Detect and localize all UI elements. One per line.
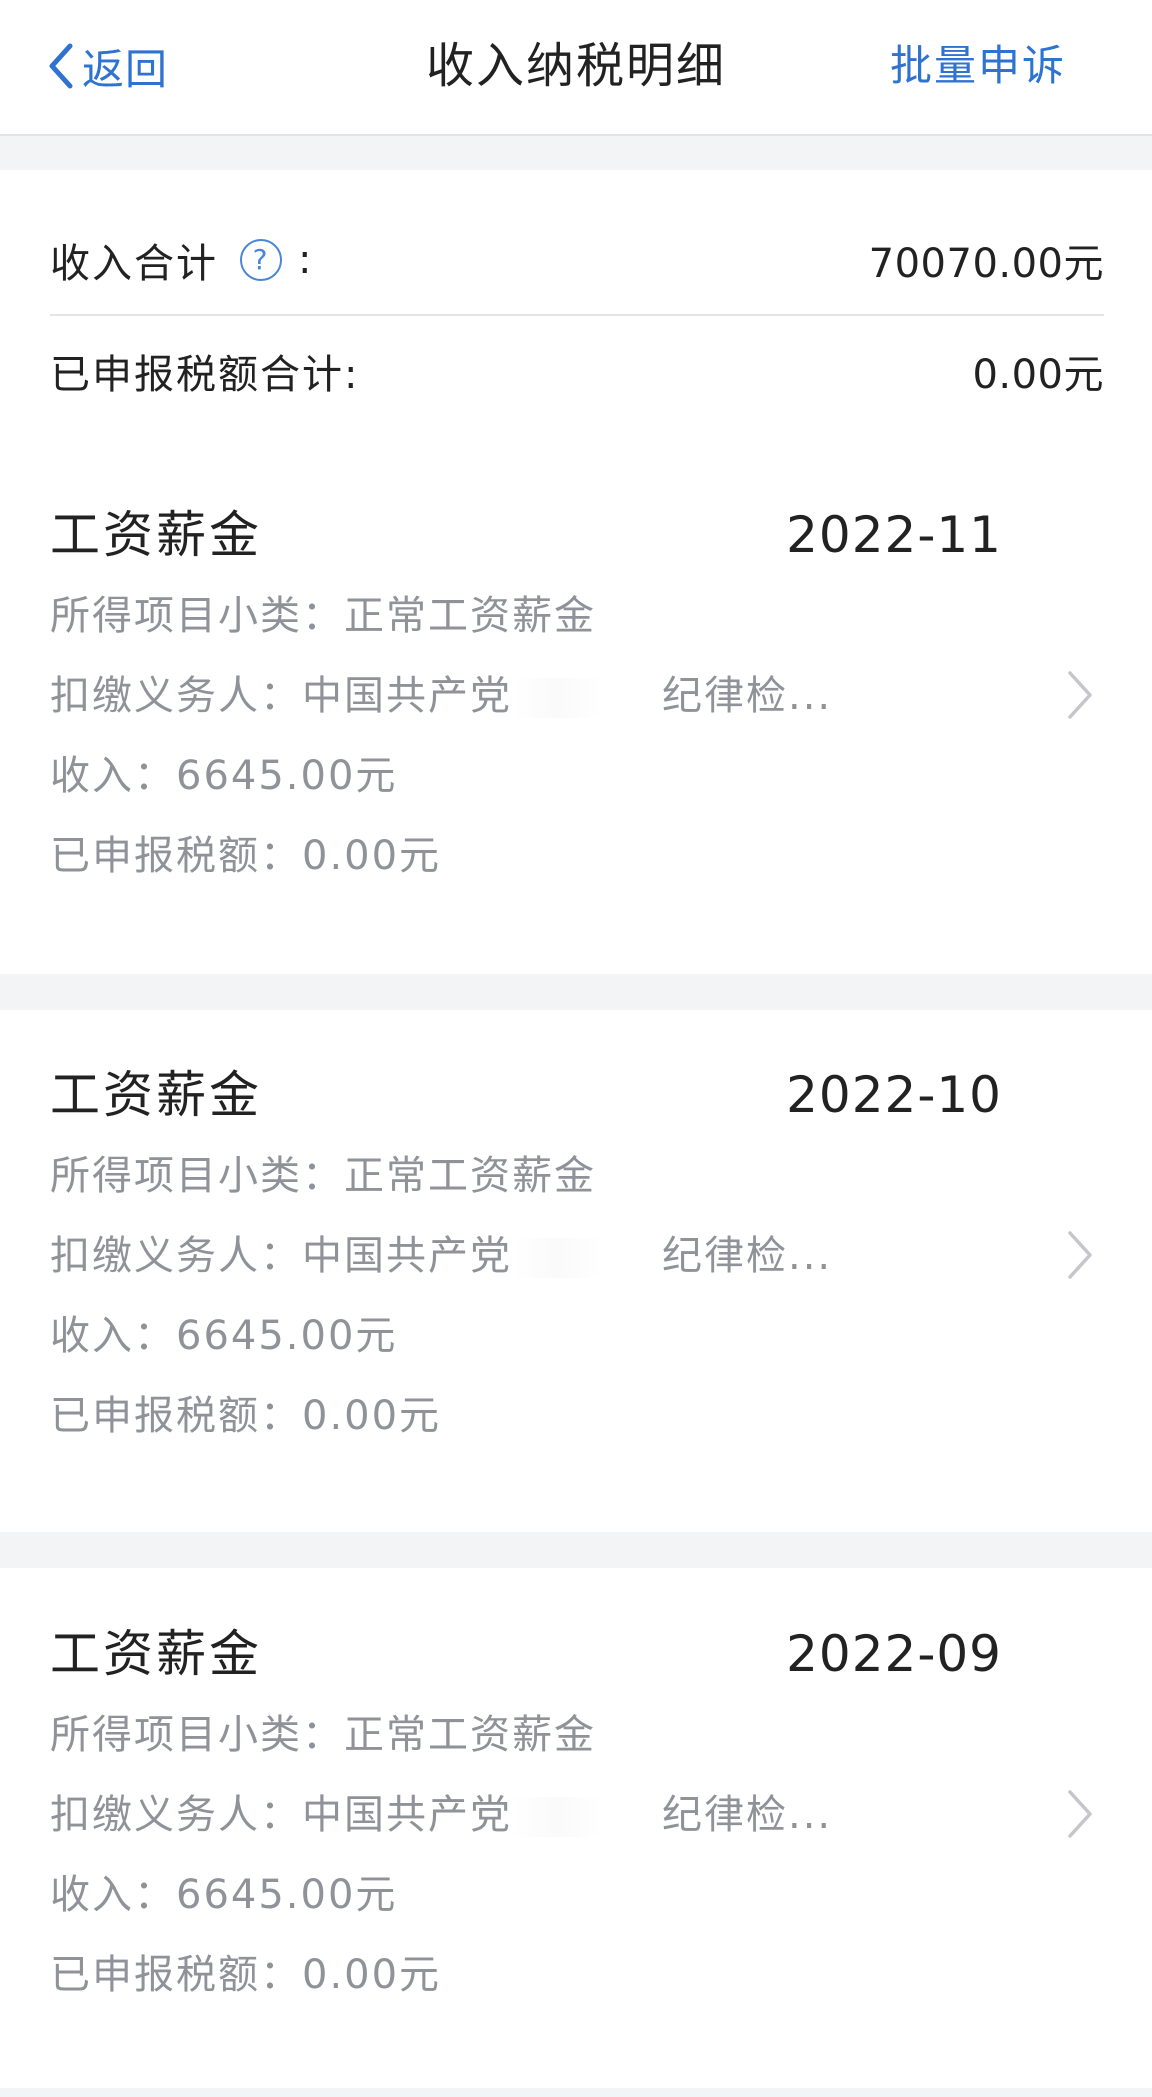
record-card[interactable]: 工资薪金 2022-11 所得项目小类：正常工资薪金 扣缴义务人：中国共产党 纪律… bbox=[0, 500, 1152, 1030]
record-withholder: 扣缴义务人：中国共产党 bbox=[50, 673, 512, 719]
record-title: 工资薪金 bbox=[50, 1625, 262, 1683]
record-card[interactable]: 工资薪金 2022-09 所得项目小类：正常工资薪金 扣缴义务人：中国共产党 纪律… bbox=[0, 1619, 1152, 2097]
record-subcategory: 所得项目小类：正常工资薪金 bbox=[50, 1153, 596, 1199]
income-total-label: 收入合计 bbox=[50, 241, 218, 287]
section-gap bbox=[0, 974, 1152, 1010]
record-card[interactable]: 工资薪金 2022-10 所得项目小类：正常工资薪金 扣缴义务人：中国共产党 纪律… bbox=[0, 1060, 1152, 1590]
record-tax: 已申报税额：0.00元 bbox=[50, 833, 442, 879]
income-total-label-group: 收入合计 ? : bbox=[50, 231, 313, 289]
redaction-mask bbox=[512, 1797, 662, 1837]
chevron-right-icon bbox=[1068, 671, 1092, 719]
income-total-row: 收入合计 ? : 70070.00元 bbox=[50, 214, 1104, 316]
record-period: 2022-09 bbox=[786, 1625, 1002, 1683]
section-gap bbox=[0, 1532, 1152, 1568]
record-subcategory: 所得项目小类：正常工资薪金 bbox=[50, 1712, 596, 1758]
colon: : bbox=[298, 237, 314, 283]
record-period: 2022-11 bbox=[786, 506, 1002, 564]
tax-total-label: 已申报税额合计: bbox=[50, 352, 360, 398]
record-income: 收入：6645.00元 bbox=[50, 1872, 398, 1918]
income-total-value: 70070.00元 bbox=[868, 241, 1104, 287]
section-gap bbox=[0, 2088, 1152, 2097]
batch-appeal-button[interactable]: 批量申诉 bbox=[890, 34, 1066, 98]
redaction-mask bbox=[512, 678, 662, 718]
record-subcategory: 所得项目小类：正常工资薪金 bbox=[50, 593, 596, 639]
redaction-mask bbox=[512, 1238, 662, 1278]
record-withholder-row: 扣缴义务人：中国共产党 纪律检... bbox=[50, 666, 832, 726]
record-withholder-row: 扣缴义务人：中国共产党 纪律检... bbox=[50, 1226, 832, 1286]
section-gap bbox=[0, 136, 1152, 170]
record-withholder-tail: 纪律检... bbox=[662, 1792, 833, 1838]
page: 返回 收入纳税明细 批量申诉 收入合计 ? : 70070.00元 已申报税额合… bbox=[0, 0, 1152, 2097]
record-income: 收入：6645.00元 bbox=[50, 1313, 398, 1359]
record-tax: 已申报税额：0.00元 bbox=[50, 1952, 442, 1998]
record-withholder-tail: 纪律检... bbox=[662, 673, 833, 719]
record-withholder-tail: 纪律检... bbox=[662, 1233, 833, 1279]
record-withholder: 扣缴义务人：中国共产党 bbox=[50, 1233, 512, 1279]
tax-total-value: 0.00元 bbox=[972, 352, 1104, 398]
question-circle-icon[interactable]: ? bbox=[240, 239, 282, 281]
record-withholder-row: 扣缴义务人：中国共产党 纪律检... bbox=[50, 1785, 832, 1845]
record-income: 收入：6645.00元 bbox=[50, 753, 398, 799]
chevron-right-icon bbox=[1068, 1231, 1092, 1279]
chevron-right-icon bbox=[1068, 1790, 1092, 1838]
record-title: 工资薪金 bbox=[50, 506, 262, 564]
record-period: 2022-10 bbox=[786, 1066, 1002, 1124]
record-title: 工资薪金 bbox=[50, 1066, 262, 1124]
tax-total-row: 已申报税额合计: 0.00元 bbox=[50, 330, 1104, 412]
nav-bar: 返回 收入纳税明细 批量申诉 bbox=[0, 0, 1152, 136]
record-withholder: 扣缴义务人：中国共产党 bbox=[50, 1792, 512, 1838]
record-tax: 已申报税额：0.00元 bbox=[50, 1393, 442, 1439]
